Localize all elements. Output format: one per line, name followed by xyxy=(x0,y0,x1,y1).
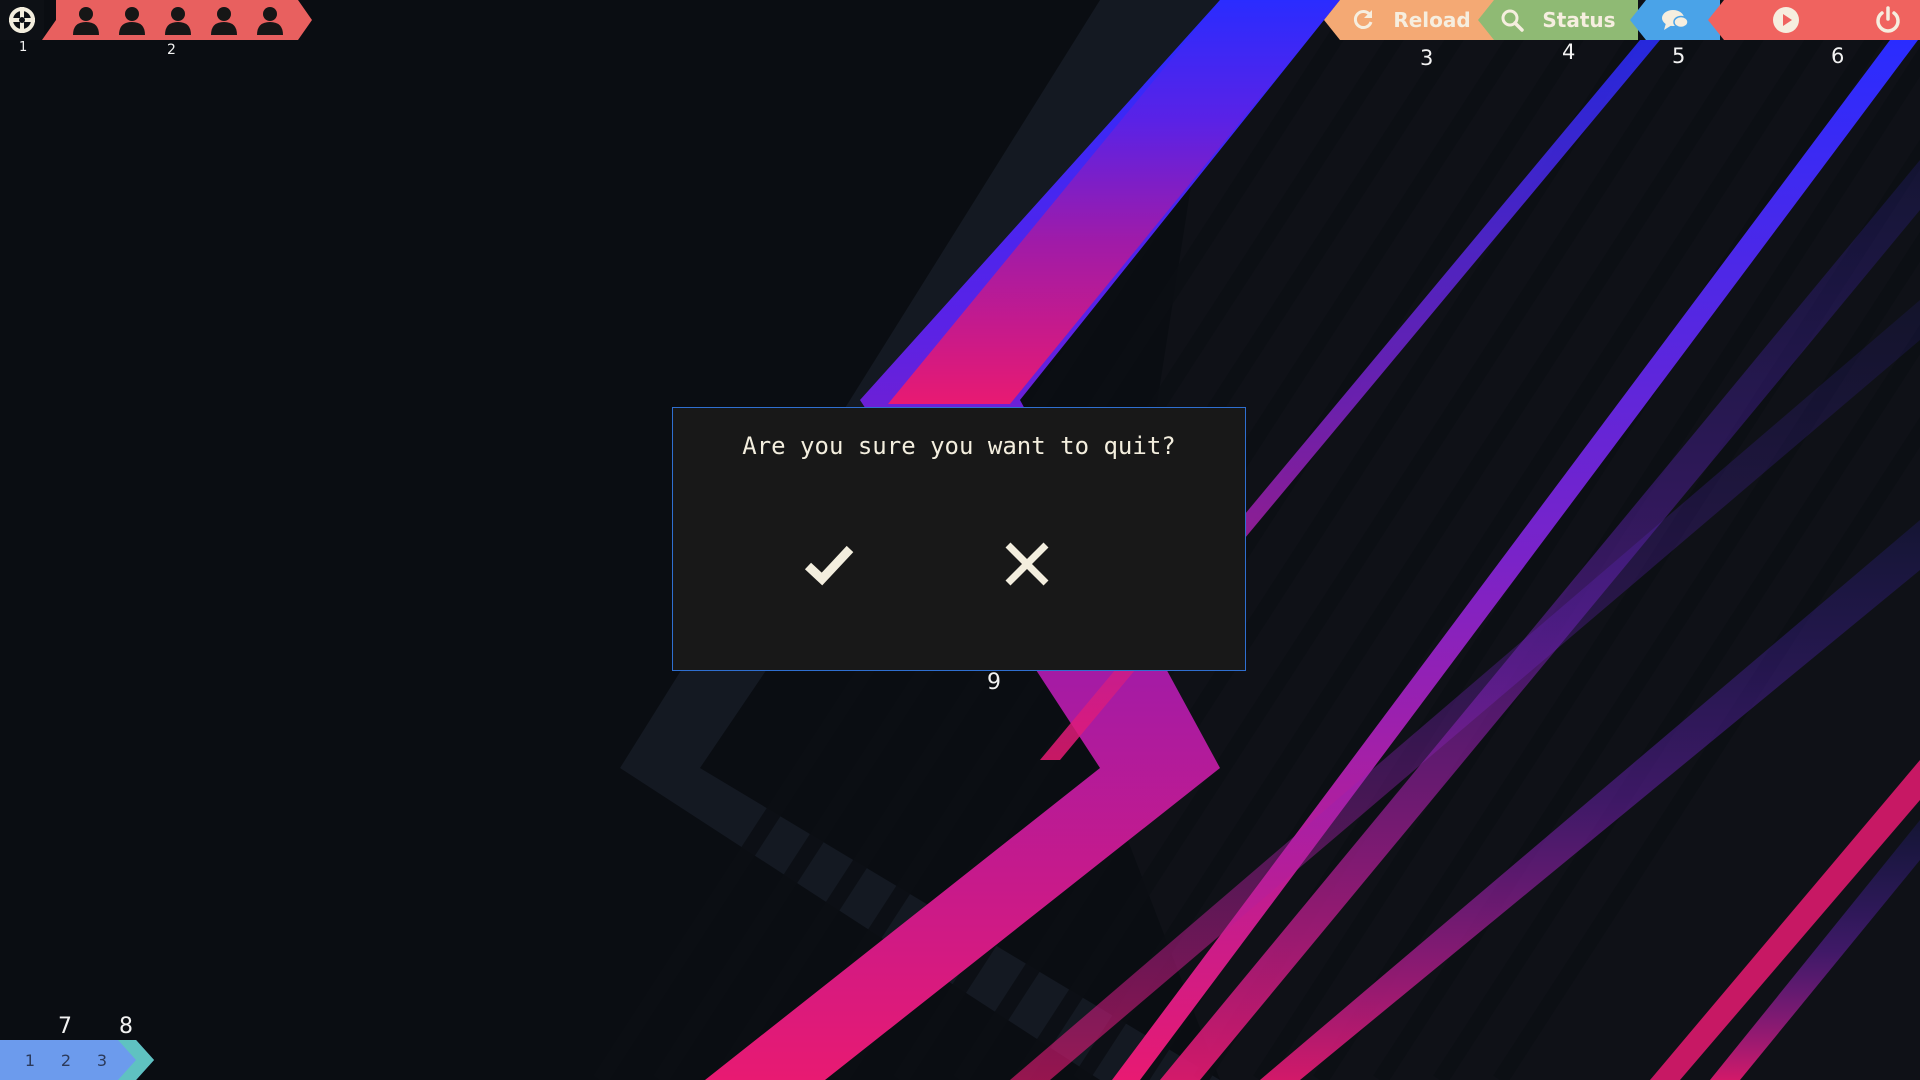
marker-2: 2 xyxy=(167,42,176,58)
tag-2[interactable]: 2 xyxy=(51,1040,81,1080)
marker-9: 9 xyxy=(987,670,1001,695)
reload-label: Reload xyxy=(1393,8,1471,32)
cancel-quit-button[interactable] xyxy=(997,534,1057,594)
person-icon[interactable] xyxy=(208,5,240,35)
confirm-quit-button[interactable] xyxy=(799,534,859,594)
person-icon[interactable] xyxy=(162,5,194,35)
marker-1: 1 xyxy=(19,40,28,55)
reload-button[interactable]: Reload xyxy=(1324,0,1498,40)
marker-8: 8 xyxy=(119,1014,133,1039)
power-icon[interactable] xyxy=(1874,6,1902,34)
refresh-icon xyxy=(1354,10,1373,29)
chat-bubbles-icon xyxy=(1662,10,1689,30)
tag-1[interactable]: 1 xyxy=(15,1040,45,1080)
play-icon[interactable] xyxy=(1772,6,1800,34)
dialog-title: Are you sure you want to quit? xyxy=(742,432,1176,460)
gear-logo-icon xyxy=(9,7,35,33)
marker-3: 3 xyxy=(1420,46,1434,70)
marker-4: 4 xyxy=(1562,40,1576,64)
workspace-people-bar[interactable] xyxy=(42,0,312,40)
person-icon[interactable] xyxy=(116,5,148,35)
power-segment xyxy=(1708,0,1920,40)
person-icon[interactable] xyxy=(70,5,102,35)
close-icon xyxy=(1005,542,1049,586)
status-button[interactable]: Status xyxy=(1478,0,1638,40)
marker-6: 6 xyxy=(1831,44,1845,68)
logo-button[interactable] xyxy=(0,0,44,40)
quit-dialog: Are you sure you want to quit? xyxy=(672,407,1246,671)
search-icon xyxy=(1501,9,1525,32)
marker-5: 5 xyxy=(1672,44,1686,68)
tag-3[interactable]: 3 xyxy=(87,1040,117,1080)
status-label: Status xyxy=(1542,8,1616,32)
person-icon[interactable] xyxy=(254,5,286,35)
marker-7: 7 xyxy=(58,1014,72,1039)
checkmark-icon xyxy=(804,545,854,586)
chat-button[interactable] xyxy=(1630,0,1720,40)
